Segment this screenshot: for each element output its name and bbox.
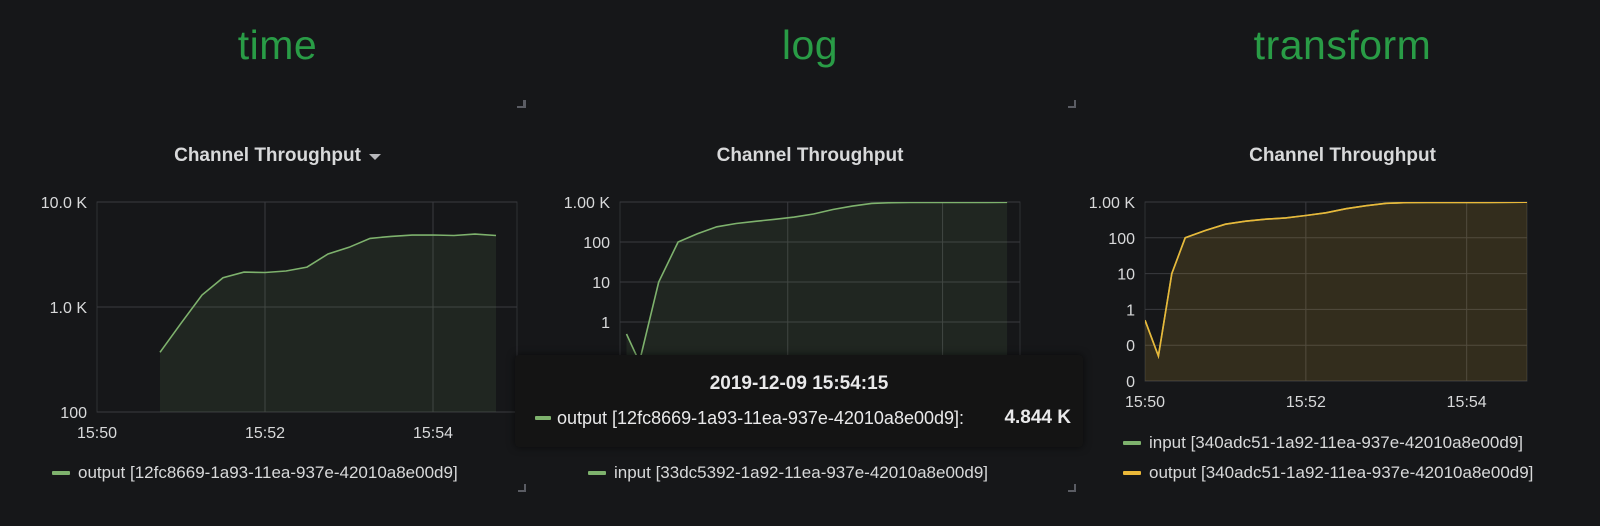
series-color-swatch — [535, 416, 551, 420]
x-tick-label: 15:50 — [77, 425, 117, 442]
resize-handle[interactable] — [518, 484, 526, 492]
dashboard: time Channel Throughput 10.0 K 1.0 K 100 15… — [0, 0, 1600, 526]
y-tick-label: 0 — [1126, 338, 1135, 355]
resize-handle[interactable] — [518, 100, 526, 108]
caret-down-icon[interactable] — [368, 154, 381, 160]
y-tick-label: 1.0 K — [50, 300, 88, 317]
y-tick-label: 1 — [1126, 302, 1135, 319]
tooltip-row: output [12fc8669-1a93-11ea-937e-42010a8e… — [535, 407, 1071, 429]
tooltip-series-label: output [12fc8669-1a93-11ea-937e-42010a8e… — [557, 407, 965, 428]
series-color-swatch — [588, 471, 606, 475]
resize-handle[interactable] — [1068, 100, 1076, 108]
y-tick-label: 10 — [1117, 267, 1135, 284]
legend: output [12fc8669-1a93-11ea-937e-42010a8e… — [52, 458, 535, 488]
panel-log: log Channel Throughput 1.00 K 100 10 1 inpu… — [518, 0, 1080, 526]
x-tick-label: 15:54 — [1447, 394, 1487, 411]
legend-item[interactable]: input [33dc5392-1a92-11ea-937e-42010a8e0… — [588, 458, 1080, 488]
legend-label[interactable]: output [340adc51-1a92-11ea-937e-42010a8e… — [1149, 463, 1533, 483]
series-area — [626, 202, 1008, 362]
legend-label[interactable]: output [12fc8669-1a93-11ea-937e-42010a8e… — [78, 463, 458, 483]
series-area — [1145, 202, 1527, 381]
hover-tooltip: 2019-12-09 15:54:15 output [12fc8669-1a9… — [515, 355, 1083, 447]
plot-area: 1.00 K1001010015:50 15:52 15:54 — [1089, 195, 1528, 411]
plot-area: 10.0 K 1.0 K 100 15:50 15:52 15:54 — [41, 195, 518, 442]
legend: input [340adc51-1a92-11ea-937e-42010a8e0… — [1123, 428, 1600, 488]
y-tick-label: 1 — [601, 315, 610, 332]
legend-item[interactable]: input [340adc51-1a92-11ea-937e-42010a8e0… — [1123, 428, 1600, 458]
section-title: time — [237, 22, 318, 68]
legend-item[interactable]: output [340adc51-1a92-11ea-937e-42010a8e… — [1123, 458, 1600, 488]
plot-area: 1.00 K 100 10 1 — [564, 195, 1021, 363]
throughput-chart[interactable]: 1.00 K1001010015:50 15:52 15:54 — [1085, 190, 1600, 420]
series-color-swatch — [52, 471, 70, 475]
panel-time: time Channel Throughput 10.0 K 1.0 K 100 15… — [20, 0, 535, 526]
series-area — [160, 234, 496, 412]
panel-transform: transform Channel Throughput 1.00 K 100 10… — [1085, 0, 1600, 526]
panel-title-text[interactable]: Channel Throughput — [174, 145, 361, 167]
panel-title[interactable]: Channel Throughput — [540, 145, 1080, 167]
series-color-swatch — [1123, 471, 1141, 475]
panel-title-text[interactable]: Channel Throughput — [1249, 145, 1436, 167]
section-title: transform — [1253, 22, 1432, 68]
panel-title[interactable]: Channel Throughput — [1085, 145, 1600, 167]
section-title: log — [781, 22, 839, 68]
panel-title-text[interactable]: Channel Throughput — [717, 145, 904, 167]
x-tick-label: 15:54 — [413, 425, 453, 442]
tooltip-value: 4.844 K — [1004, 407, 1071, 428]
throughput-chart[interactable]: 10.0 K 1.0 K 100 15:50 15:52 15:54 — [20, 190, 535, 450]
y-tick-label: 0 — [1126, 374, 1135, 391]
legend: input [33dc5392-1a92-11ea-937e-42010a8e0… — [588, 458, 1080, 488]
legend-label[interactable]: input [340adc51-1a92-11ea-937e-42010a8e0… — [1149, 433, 1523, 453]
y-tick-label: 1.00 K — [564, 195, 611, 212]
y-tick-label: 10 — [592, 275, 610, 292]
tooltip-timestamp: 2019-12-09 15:54:15 — [709, 373, 889, 394]
legend-label[interactable]: input [33dc5392-1a92-11ea-937e-42010a8e0… — [614, 463, 988, 483]
y-tick-label: 1.00 K — [1089, 195, 1136, 212]
y-tick-label: 100 — [60, 405, 87, 422]
x-tick-label: 15:52 — [1286, 394, 1326, 411]
y-tick-label: 100 — [1108, 231, 1135, 248]
x-tick-label: 15:50 — [1125, 394, 1165, 411]
y-tick-label: 100 — [583, 235, 610, 252]
legend-item[interactable]: output [12fc8669-1a93-11ea-937e-42010a8e… — [52, 458, 535, 488]
x-tick-label: 15:52 — [245, 425, 285, 442]
series-color-swatch — [1123, 441, 1141, 445]
y-tick-label: 10.0 K — [41, 195, 88, 212]
panel-title[interactable]: Channel Throughput — [20, 145, 535, 167]
